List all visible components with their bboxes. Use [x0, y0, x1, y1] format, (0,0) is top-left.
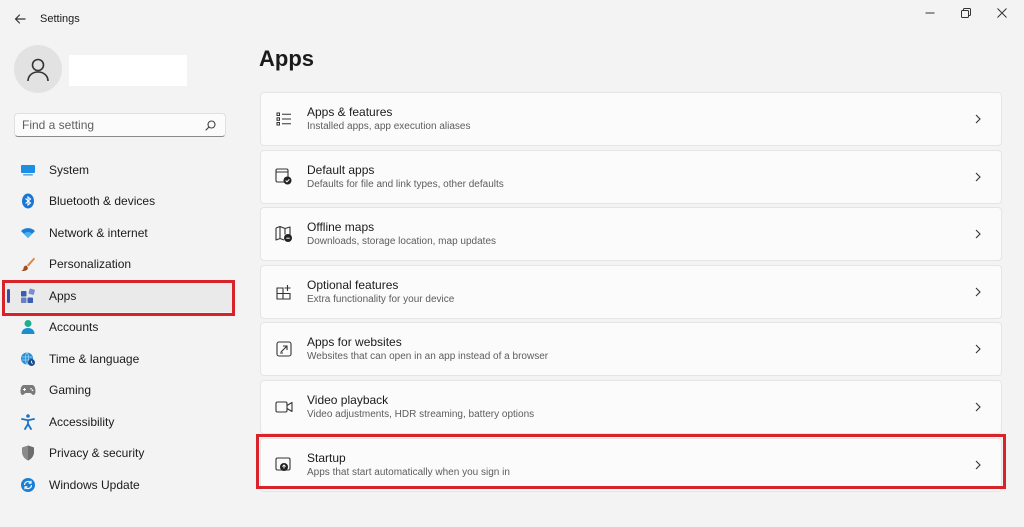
card-title: Startup	[307, 450, 346, 465]
sidebar-item-time-language[interactable]: Time & language	[6, 343, 234, 375]
card-subtitle: Downloads, storage location, map updates	[307, 236, 497, 248]
chevron-right-icon	[970, 399, 986, 415]
sidebar-item-accessibility[interactable]: Accessibility	[6, 406, 234, 438]
sidebar-item-gaming[interactable]: Gaming	[6, 375, 234, 407]
chevron-right-icon	[970, 284, 986, 300]
grid-plus-icon	[274, 282, 294, 302]
sidebar-item-label: Windows Update	[49, 477, 140, 492]
card-title: Offline maps	[307, 220, 375, 235]
chevron-right-icon	[970, 226, 986, 242]
sidebar-item-windows-update[interactable]: Windows Update	[6, 469, 234, 501]
card-title: Apps for websites	[307, 335, 402, 350]
sidebar-item-bluetooth[interactable]: Bluetooth & devices	[6, 186, 234, 218]
sidebar-item-label: Personalization	[49, 257, 132, 272]
card-subtitle: Extra functionality for your device	[307, 293, 455, 305]
back-button[interactable]	[10, 9, 30, 29]
title-bar: Settings	[0, 0, 1024, 38]
sidebar-item-label: Accounts	[49, 320, 99, 335]
video-icon	[274, 397, 294, 417]
card-offline-maps[interactable]: Offline maps Downloads, storage location…	[260, 207, 1002, 262]
sidebar-item-label: Time & language	[49, 351, 140, 366]
chevron-right-icon	[970, 341, 986, 357]
card-apps-for-websites[interactable]: Apps for websites Websites that can open…	[260, 322, 1002, 377]
apps-icon	[20, 288, 36, 304]
update-icon	[20, 477, 36, 493]
brush-icon	[20, 256, 36, 272]
search-icon[interactable]	[201, 116, 219, 134]
sidebar-item-privacy-security[interactable]: Privacy & security	[6, 438, 234, 470]
card-subtitle: Installed apps, app execution aliases	[307, 121, 471, 132]
sidebar-item-label: Privacy & security	[49, 446, 145, 461]
close-button[interactable]	[984, 4, 1020, 22]
card-startup[interactable]: Startup Apps that start automatically wh…	[260, 437, 1002, 492]
card-title: Optional features	[307, 277, 399, 292]
chevron-right-icon	[970, 169, 986, 185]
chevron-right-icon	[970, 457, 986, 473]
close-icon	[997, 8, 1007, 18]
card-subtitle: Defaults for file and link types, other …	[307, 178, 504, 190]
card-default-apps[interactable]: Default apps Defaults for file and link …	[260, 149, 1002, 204]
settings-cards: Apps & features Installed apps, app exec…	[260, 92, 1002, 495]
globe-clock-icon	[20, 351, 36, 367]
restore-icon	[961, 8, 971, 18]
page-title: Apps	[259, 46, 314, 71]
card-apps-features[interactable]: Apps & features Installed apps, app exec…	[260, 92, 1002, 146]
back-arrow-icon	[14, 14, 26, 24]
sidebar-item-label: System	[49, 162, 90, 177]
card-title: Apps & features	[307, 105, 393, 119]
sidebar-item-network[interactable]: Network & internet	[6, 217, 234, 249]
restore-button[interactable]	[948, 4, 984, 22]
chevron-right-icon	[970, 111, 986, 127]
app-title: Settings	[40, 13, 80, 25]
minimize-button[interactable]	[912, 4, 948, 22]
default-apps-icon	[274, 167, 294, 187]
list-icon	[274, 109, 294, 129]
link-window-icon	[274, 339, 294, 359]
sidebar-item-accounts[interactable]: Accounts	[6, 312, 234, 344]
sidebar-item-label: Network & internet	[49, 225, 148, 240]
startup-icon	[274, 455, 294, 475]
card-optional-features[interactable]: Optional features Extra functionality fo…	[260, 264, 1002, 319]
map-icon	[274, 224, 294, 244]
bluetooth-icon	[20, 193, 36, 209]
card-subtitle: Video adjustments, HDR streaming, batter…	[307, 408, 535, 420]
sidebar-item-label: Accessibility	[49, 414, 115, 429]
shield-icon	[20, 445, 36, 461]
person-icon	[27, 58, 49, 82]
card-subtitle: Websites that can open in an app instead…	[307, 351, 549, 363]
sidebar-item-system[interactable]: System	[6, 154, 234, 186]
gamepad-icon	[20, 382, 36, 398]
sidebar-item-label: Gaming	[49, 383, 92, 398]
monitor-icon	[20, 162, 36, 178]
wifi-icon	[20, 225, 36, 241]
sidebar-nav: System Bluetooth & devices Network & int…	[6, 154, 234, 501]
avatar[interactable]	[14, 45, 62, 93]
card-video-playback[interactable]: Video playback Video adjustments, HDR st…	[260, 379, 1002, 434]
sidebar-item-apps[interactable]: Apps	[6, 280, 234, 312]
card-title: Default apps	[307, 162, 375, 177]
accessibility-icon	[20, 413, 36, 430]
profile-name-redacted	[69, 55, 187, 86]
search-box	[14, 113, 226, 137]
card-subtitle: Apps that start automatically when you s…	[307, 466, 510, 478]
card-title: Video playback	[307, 392, 389, 407]
minimize-icon	[925, 12, 935, 14]
sidebar-item-personalization[interactable]: Personalization	[6, 249, 234, 281]
search-input[interactable]	[15, 114, 201, 136]
person-icon	[20, 319, 36, 335]
sidebar-item-label: Apps	[49, 288, 77, 303]
sidebar-item-label: Bluetooth & devices	[49, 194, 156, 209]
